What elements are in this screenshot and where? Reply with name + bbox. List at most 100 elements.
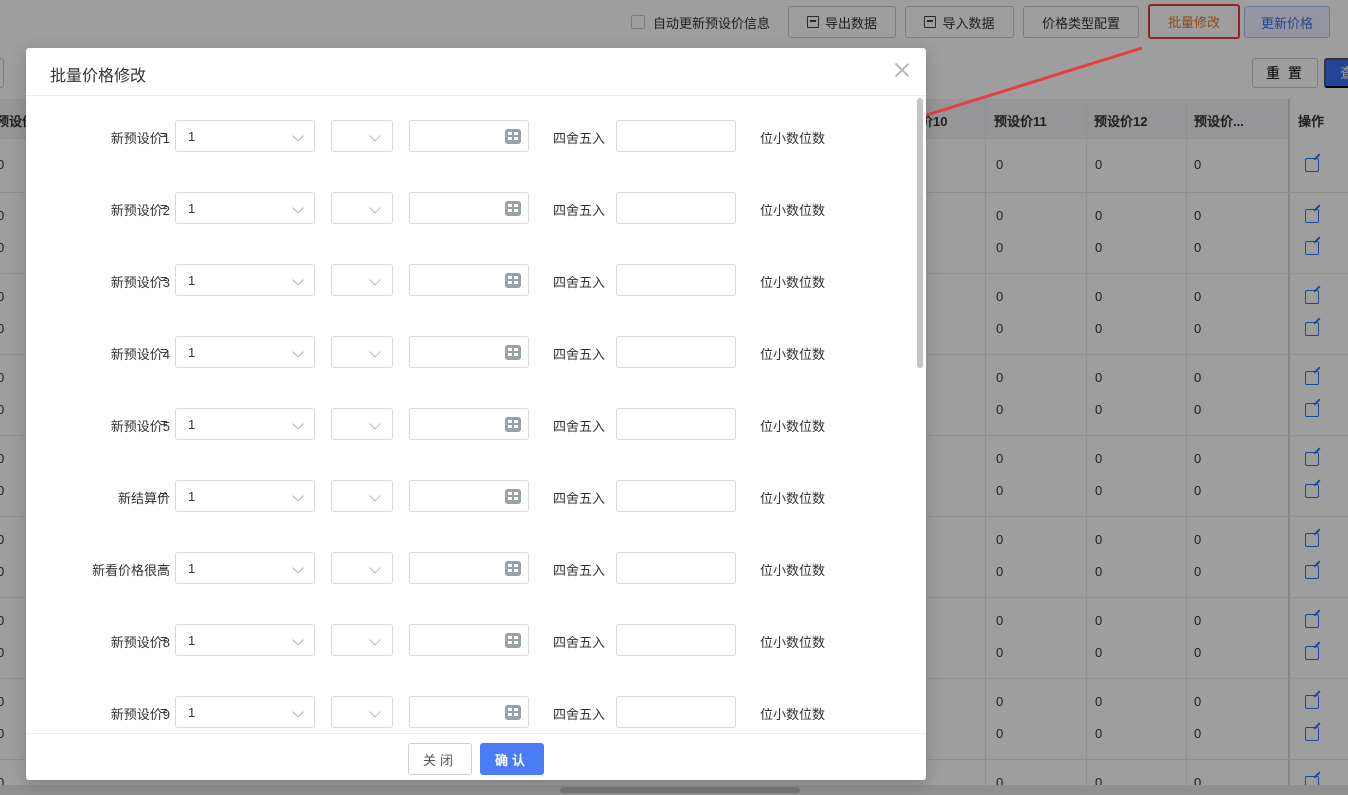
decimal-unit-label: 位小数位数 xyxy=(760,275,826,290)
batch-price-dialog: 批量价格修改 新预设价1 = 1 四舍五入 位小数位数 新预设价2 = 1 四舍五入 位小数位数新… xyxy=(26,48,926,780)
decimal-places-input[interactable] xyxy=(616,408,736,440)
dialog-footer: 关闭 确认 xyxy=(26,733,926,780)
base-price-select[interactable]: 1 xyxy=(175,120,315,152)
operator-select[interactable] xyxy=(331,192,393,224)
decimal-unit-label: 位小数位数 xyxy=(760,419,826,434)
equals-sign: = xyxy=(160,631,168,646)
operand-input[interactable] xyxy=(409,192,529,224)
round-label: 四舍五入 xyxy=(553,491,606,506)
decimal-unit-label: 位小数位数 xyxy=(760,635,826,650)
price-form-row: 新预设价1 = 1 四舍五入 位小数位数 xyxy=(26,120,906,152)
operand-input[interactable] xyxy=(409,120,529,152)
base-price-select[interactable]: 1 xyxy=(175,336,315,368)
calculator-icon[interactable] xyxy=(505,129,521,144)
operator-select[interactable] xyxy=(331,696,393,728)
operand-input[interactable] xyxy=(409,336,529,368)
operator-select[interactable] xyxy=(331,552,393,584)
base-price-select[interactable]: 1 xyxy=(175,408,315,440)
decimal-unit-label: 位小数位数 xyxy=(760,131,826,146)
dialog-scroll-thumb[interactable] xyxy=(917,98,923,368)
decimal-places-input[interactable] xyxy=(616,624,736,656)
decimal-places-input[interactable] xyxy=(616,120,736,152)
round-label: 四舍五入 xyxy=(553,419,606,434)
calculator-icon[interactable] xyxy=(505,489,521,504)
select-value: 1 xyxy=(188,345,196,360)
base-price-select[interactable]: 1 xyxy=(175,696,315,728)
equals-sign: = xyxy=(160,127,168,142)
base-price-select[interactable]: 1 xyxy=(175,480,315,512)
base-price-select[interactable]: 1 xyxy=(175,192,315,224)
confirm-button[interactable]: 确认 xyxy=(480,743,544,775)
calculator-icon[interactable] xyxy=(505,705,521,720)
chevron-down-icon xyxy=(369,490,381,502)
close-icon[interactable] xyxy=(894,62,910,78)
calculator-icon[interactable] xyxy=(505,201,521,216)
select-value: 1 xyxy=(188,705,196,720)
equals-sign: = xyxy=(160,487,168,502)
calculator-icon[interactable] xyxy=(505,345,521,360)
base-price-select[interactable]: 1 xyxy=(175,552,315,584)
decimal-places-input[interactable] xyxy=(616,192,736,224)
round-label: 四舍五入 xyxy=(553,635,606,650)
equals-sign: = xyxy=(160,559,168,574)
decimal-unit-label: 位小数位数 xyxy=(760,203,826,218)
operator-select[interactable] xyxy=(331,624,393,656)
decimal-places-input[interactable] xyxy=(616,336,736,368)
price-form-row: 新看价格很高 = 1 四舍五入 位小数位数 xyxy=(26,552,906,584)
select-value: 1 xyxy=(188,129,196,144)
field-label: 新看价格很高 xyxy=(91,563,170,578)
arrow-shaft xyxy=(897,46,1143,126)
select-value: 1 xyxy=(188,201,196,216)
operator-select[interactable] xyxy=(331,336,393,368)
calculator-icon[interactable] xyxy=(505,561,521,576)
operand-input[interactable] xyxy=(409,264,529,296)
chevron-down-icon xyxy=(369,706,381,718)
base-price-select[interactable]: 1 xyxy=(175,264,315,296)
chevron-down-icon xyxy=(292,562,304,574)
operator-select[interactable] xyxy=(331,120,393,152)
select-value: 1 xyxy=(188,273,196,288)
chevron-down-icon xyxy=(369,418,381,430)
chevron-down-icon xyxy=(292,706,304,718)
operand-input[interactable] xyxy=(409,408,529,440)
decimal-places-input[interactable] xyxy=(616,480,736,512)
round-label: 四舍五入 xyxy=(553,203,606,218)
price-form-row: 新预设价9 = 1 四舍五入 位小数位数 xyxy=(26,696,906,728)
chevron-down-icon xyxy=(292,634,304,646)
operand-input[interactable] xyxy=(409,624,529,656)
equals-sign: = xyxy=(160,415,168,430)
decimal-places-input[interactable] xyxy=(616,552,736,584)
chevron-down-icon xyxy=(292,490,304,502)
select-value: 1 xyxy=(188,489,196,504)
decimal-unit-label: 位小数位数 xyxy=(760,491,826,506)
decimal-places-input[interactable] xyxy=(616,696,736,728)
chevron-down-icon xyxy=(369,130,381,142)
operator-select[interactable] xyxy=(331,480,393,512)
chevron-down-icon xyxy=(369,274,381,286)
price-form-row: 新预设价5 = 1 四舍五入 位小数位数 xyxy=(26,408,906,440)
operand-input[interactable] xyxy=(409,480,529,512)
operand-input[interactable] xyxy=(409,696,529,728)
decimal-places-input[interactable] xyxy=(616,264,736,296)
select-value: 1 xyxy=(188,561,196,576)
price-form-row: 新预设价8 = 1 四舍五入 位小数位数 xyxy=(26,624,906,656)
chevron-down-icon xyxy=(292,418,304,430)
calculator-icon[interactable] xyxy=(505,633,521,648)
decimal-unit-label: 位小数位数 xyxy=(760,707,826,722)
equals-sign: = xyxy=(160,343,168,358)
base-price-select[interactable]: 1 xyxy=(175,624,315,656)
dialog-body: 新预设价1 = 1 四舍五入 位小数位数 新预设价2 = 1 四舍五入 位小数位数 新预设价3 = 1 四… xyxy=(26,96,926,733)
operator-select[interactable] xyxy=(331,408,393,440)
close-button[interactable]: 关闭 xyxy=(408,743,472,775)
chevron-down-icon xyxy=(292,202,304,214)
operator-select[interactable] xyxy=(331,264,393,296)
round-label: 四舍五入 xyxy=(553,131,606,146)
chevron-down-icon xyxy=(292,274,304,286)
equals-sign: = xyxy=(160,703,168,718)
price-form-row: 新预设价4 = 1 四舍五入 位小数位数 xyxy=(26,336,906,368)
operand-input[interactable] xyxy=(409,552,529,584)
calculator-icon[interactable] xyxy=(505,273,521,288)
calculator-icon[interactable] xyxy=(505,417,521,432)
dialog-header: 批量价格修改 xyxy=(26,48,926,96)
chevron-down-icon xyxy=(369,634,381,646)
